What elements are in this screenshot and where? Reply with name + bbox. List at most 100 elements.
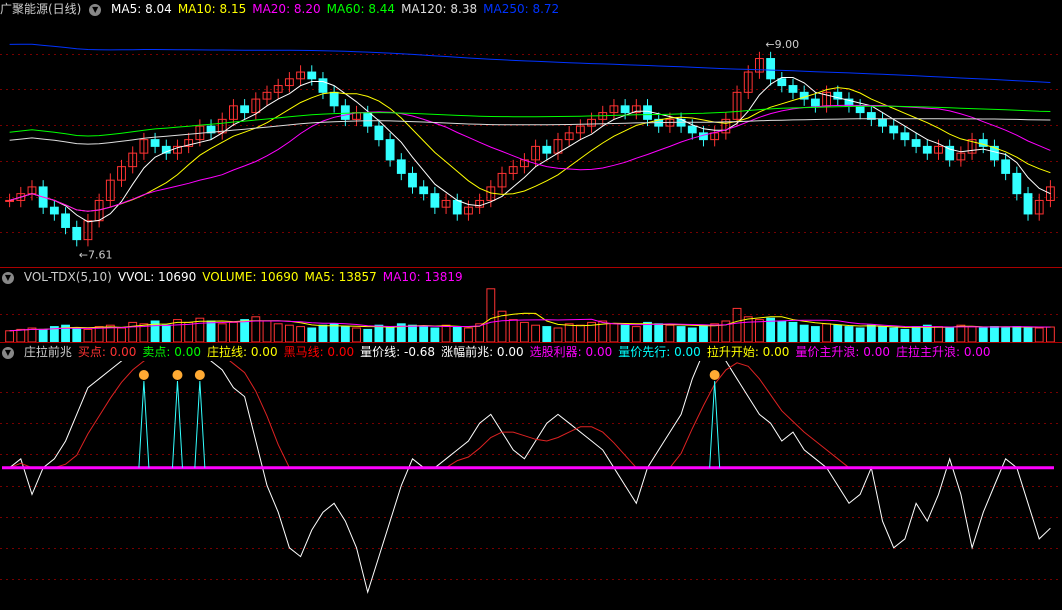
candle-body xyxy=(5,199,15,202)
volume-bar xyxy=(352,327,361,342)
volume-bar xyxy=(27,327,37,342)
ma-legend-item-1: MA10: 8.15 xyxy=(177,2,247,16)
indicator-legend-item-6: 涨幅前兆: 0.00 xyxy=(441,345,524,359)
volume-bar xyxy=(16,328,26,342)
volume-bar xyxy=(878,326,887,342)
volume-bar xyxy=(38,328,48,342)
indicator-legend-item-1: 买点: 0.00 xyxy=(77,345,137,359)
volume-legend: ▼ VOL-TDX(5,10) VVOL: 10690 VOLUME: 10690 M… xyxy=(0,268,475,286)
volume-chart xyxy=(0,288,1062,342)
volume-bar xyxy=(799,324,809,342)
volume-bar xyxy=(889,327,899,342)
volume-bar xyxy=(307,327,317,342)
candle-body xyxy=(340,105,350,120)
candle-body xyxy=(419,186,429,195)
indicator-legend: ▼ 庄拉前兆 买点: 0.00 卖点: 0.00 庄拉线: 0.00 黑马线: 0.00… xyxy=(0,343,1003,361)
volume-bar xyxy=(408,324,417,342)
candle-body xyxy=(643,105,652,120)
volume-bar xyxy=(464,327,473,342)
candle-body xyxy=(240,105,250,114)
volume-bar xyxy=(452,326,462,342)
candle-body xyxy=(922,145,932,154)
volume-bar xyxy=(329,323,339,342)
panel-menu-icon[interactable]: ▼ xyxy=(2,346,14,359)
volume-bar xyxy=(262,320,272,342)
indicator-legend-item-9: 拉升开始: 0.00 xyxy=(706,345,790,359)
candle-body xyxy=(620,105,630,114)
volume-bar xyxy=(844,326,854,342)
volume-bar xyxy=(117,327,126,342)
candle-body xyxy=(687,125,697,134)
indicator-legend-item-0: 庄拉前兆 xyxy=(23,345,72,359)
volume-price-line xyxy=(9,361,1051,595)
volume-bar xyxy=(217,323,227,342)
volume-bar xyxy=(643,321,652,342)
candle-body xyxy=(318,78,328,93)
volume-bar xyxy=(810,326,820,342)
volume-bar xyxy=(553,327,563,342)
stock-title: 广聚能源(日线) xyxy=(0,2,82,16)
volume-bar xyxy=(710,323,720,342)
indicator-legend-item-10: 量价主升浪: 0.00 xyxy=(795,345,890,359)
volume-bar xyxy=(1045,326,1055,342)
candle-body xyxy=(396,159,406,174)
vol-legend-item-4: MA10: 13819 xyxy=(382,270,463,284)
volume-bar xyxy=(978,327,988,342)
indicator-legend-item-7: 选股利器: 0.00 xyxy=(529,345,613,359)
ma-legend-item-2: MA20: 8.20 xyxy=(252,2,321,16)
ma-legend-item-3: MA60: 8.44 xyxy=(326,2,396,16)
volume-bar xyxy=(508,319,518,342)
volume-bar xyxy=(128,321,138,342)
volume-bar xyxy=(665,324,675,342)
volume-bar xyxy=(945,327,955,342)
volume-bar xyxy=(1023,326,1033,342)
panel-menu-icon[interactable]: ▼ xyxy=(89,3,102,16)
indicator-legend-item-8: 量价先行: 0.00 xyxy=(618,345,701,359)
volume-bar xyxy=(206,320,216,342)
candle-body xyxy=(329,91,339,107)
volume-bar xyxy=(743,316,753,342)
volume-bar xyxy=(855,327,865,342)
ma-legend-item-0: MA5: 8.04 xyxy=(111,2,172,16)
candle-body xyxy=(1001,159,1011,174)
volume-bar xyxy=(755,319,764,342)
volume-bar xyxy=(687,327,697,342)
panel-menu-icon[interactable]: ▼ xyxy=(2,271,14,284)
volume-bar xyxy=(430,327,440,342)
candle-body xyxy=(542,145,552,154)
candle-body xyxy=(452,199,462,215)
candle-body xyxy=(307,71,317,80)
volume-bar xyxy=(318,324,328,342)
ma-legend-item-5: MA250: 8.72 xyxy=(483,2,560,16)
volume-bar xyxy=(519,321,529,342)
volume-bar xyxy=(990,326,999,342)
candle-body xyxy=(408,172,417,188)
candle-body xyxy=(49,206,59,215)
volume-bar xyxy=(1034,327,1044,342)
candle-body xyxy=(766,58,776,80)
high-price-label: ←9.00 xyxy=(765,38,799,51)
vol-legend-item-0: VOL-TDX(5,10) xyxy=(23,270,112,284)
volume-bar xyxy=(911,326,921,342)
pointing-hand-icon xyxy=(138,370,149,380)
volume-bar xyxy=(922,324,932,342)
volume-bar xyxy=(732,307,742,342)
pointing-hand-icon xyxy=(172,370,183,380)
volume-bar xyxy=(441,324,451,342)
volume-bar xyxy=(967,326,977,342)
volume-bar xyxy=(72,327,82,342)
candle-body xyxy=(810,98,820,107)
dark-horse-line xyxy=(9,361,1051,469)
ma250-line xyxy=(9,43,1051,83)
volume-bar xyxy=(486,288,496,342)
indicator-legend-item-5: 量价线: -0.68 xyxy=(360,345,436,359)
volume-bar xyxy=(284,324,294,342)
candle-body xyxy=(363,112,373,127)
volume-bar xyxy=(900,328,910,342)
candle-body xyxy=(72,226,82,241)
candle-body xyxy=(1023,193,1033,215)
volume-bar xyxy=(531,324,541,342)
vol-legend-item-2: VOLUME: 10690 xyxy=(202,270,299,284)
vol-legend-item-1: VVOL: 10690 xyxy=(117,270,197,284)
candle-body xyxy=(61,213,70,228)
